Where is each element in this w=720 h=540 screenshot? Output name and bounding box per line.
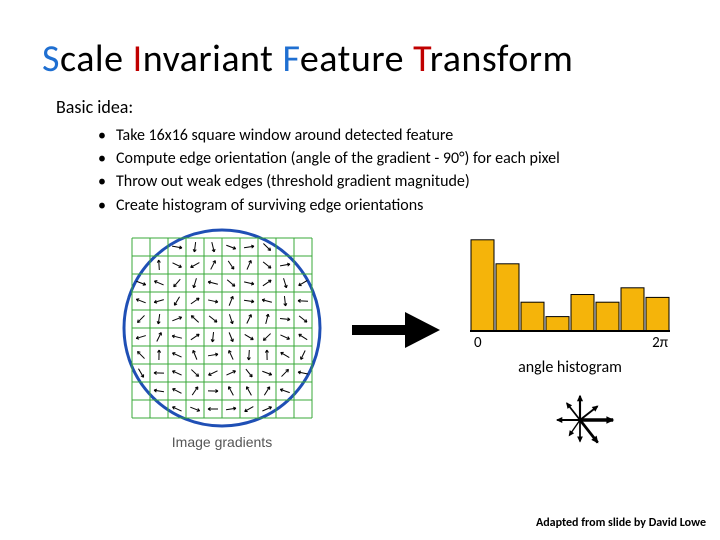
orientation-rose-icon [540,380,620,460]
gradient-grid-icon [122,228,322,428]
bullet-item: Throw out weak edges (threshold gradient… [98,170,560,193]
bullet-list: Take 16x16 square window around detected… [98,124,560,217]
subtitle: Basic idea: [56,96,133,118]
title-letter-i: I [133,36,143,82]
slide-title: Scale Invariant Feature Transform [42,36,573,82]
transform-arrow-icon [350,310,440,350]
bullet-item: Compute edge orientation (angle of the g… [98,147,560,170]
histogram-chart [470,232,670,332]
gradient-caption: Image gradients [122,434,322,450]
title-letter-t: T [413,36,430,82]
axis-label-end: 2π [652,334,668,352]
angle-histogram: 0 2π angle histogram [470,232,670,377]
gradient-window-figure: Image gradients [122,228,322,450]
bullet-item: Take 16x16 square window around detected… [98,124,560,147]
title-letter-s: S [42,36,60,82]
axis-label-start: 0 [474,334,482,352]
bullet-item: Create histogram of surviving edge orien… [98,194,560,217]
histogram-caption: angle histogram [470,358,670,377]
slide-credit: Adapted from slide by David Lowe [536,516,706,530]
title-letter-f: F [282,36,299,82]
